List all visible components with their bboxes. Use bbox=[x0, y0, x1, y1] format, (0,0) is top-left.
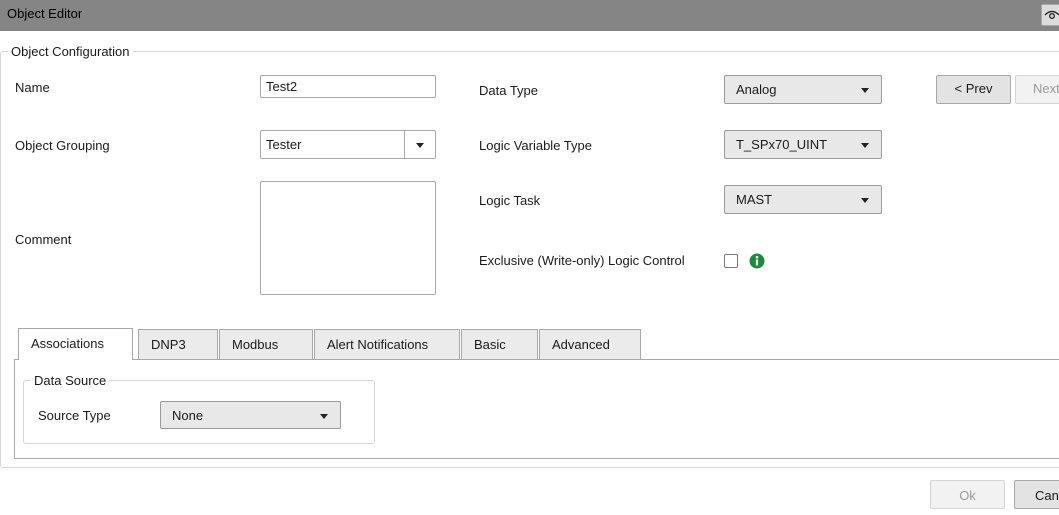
object-configuration-legend: Object Configuration bbox=[8, 44, 133, 59]
chevron-down-icon bbox=[861, 88, 869, 93]
source-type-label: Source Type bbox=[38, 408, 111, 423]
info-icon[interactable] bbox=[749, 253, 765, 269]
comment-textarea[interactable] bbox=[260, 181, 436, 295]
source-type-select[interactable]: None bbox=[160, 401, 341, 429]
titlebar-eye-button[interactable] bbox=[1041, 4, 1059, 26]
cancel-button[interactable]: Cancel bbox=[1014, 480, 1059, 509]
ok-button[interactable]: Ok bbox=[930, 480, 1005, 509]
source-type-value: None bbox=[172, 408, 204, 423]
logic-task-value: MAST bbox=[736, 192, 773, 207]
chevron-down-icon bbox=[320, 414, 328, 419]
chevron-down-icon bbox=[861, 198, 869, 203]
prev-button[interactable]: < Prev bbox=[936, 75, 1011, 104]
logic-task-label: Logic Task bbox=[479, 193, 541, 208]
eye-icon bbox=[1044, 10, 1059, 19]
window-title: Object Editor bbox=[7, 6, 83, 21]
tab-alert-notifications[interactable]: Alert Notifications bbox=[314, 329, 460, 360]
object-grouping-combo[interactable]: Tester bbox=[260, 130, 436, 159]
exclusive-logic-control-checkbox[interactable] bbox=[724, 254, 738, 268]
data-type-select[interactable]: Analog bbox=[724, 75, 882, 104]
data-source-legend: Data Source bbox=[31, 373, 110, 388]
chevron-down-icon bbox=[861, 143, 869, 148]
tab-advanced[interactable]: Advanced bbox=[539, 329, 641, 360]
tab-associations[interactable]: Associations bbox=[18, 328, 133, 360]
object-grouping-value[interactable]: Tester bbox=[266, 137, 301, 152]
data-type-value: Analog bbox=[736, 82, 777, 97]
chevron-down-icon bbox=[416, 143, 424, 148]
logic-variable-type-label: Logic Variable Type bbox=[479, 138, 592, 153]
logic-variable-type-value: T_SPx70_UINT bbox=[736, 137, 828, 152]
comment-label: Comment bbox=[15, 232, 72, 247]
logic-task-select[interactable]: MAST bbox=[724, 185, 882, 214]
window-titlebar: Object Editor bbox=[0, 0, 1059, 31]
name-label: Name bbox=[15, 80, 50, 95]
tab-modbus[interactable]: Modbus bbox=[219, 329, 313, 360]
tab-basic[interactable]: Basic bbox=[461, 329, 538, 360]
data-type-label: Data Type bbox=[479, 83, 539, 98]
object-grouping-label: Object Grouping bbox=[15, 138, 110, 153]
object-grouping-dropdown-button[interactable] bbox=[404, 131, 435, 158]
exclusive-logic-control-label: Exclusive (Write-only) Logic Control bbox=[479, 253, 685, 268]
next-button[interactable]: Next bbox=[1015, 75, 1059, 104]
name-input[interactable]: Test2 bbox=[260, 75, 436, 98]
tab-dnp3[interactable]: DNP3 bbox=[138, 329, 218, 360]
logic-variable-type-select[interactable]: T_SPx70_UINT bbox=[724, 130, 882, 159]
